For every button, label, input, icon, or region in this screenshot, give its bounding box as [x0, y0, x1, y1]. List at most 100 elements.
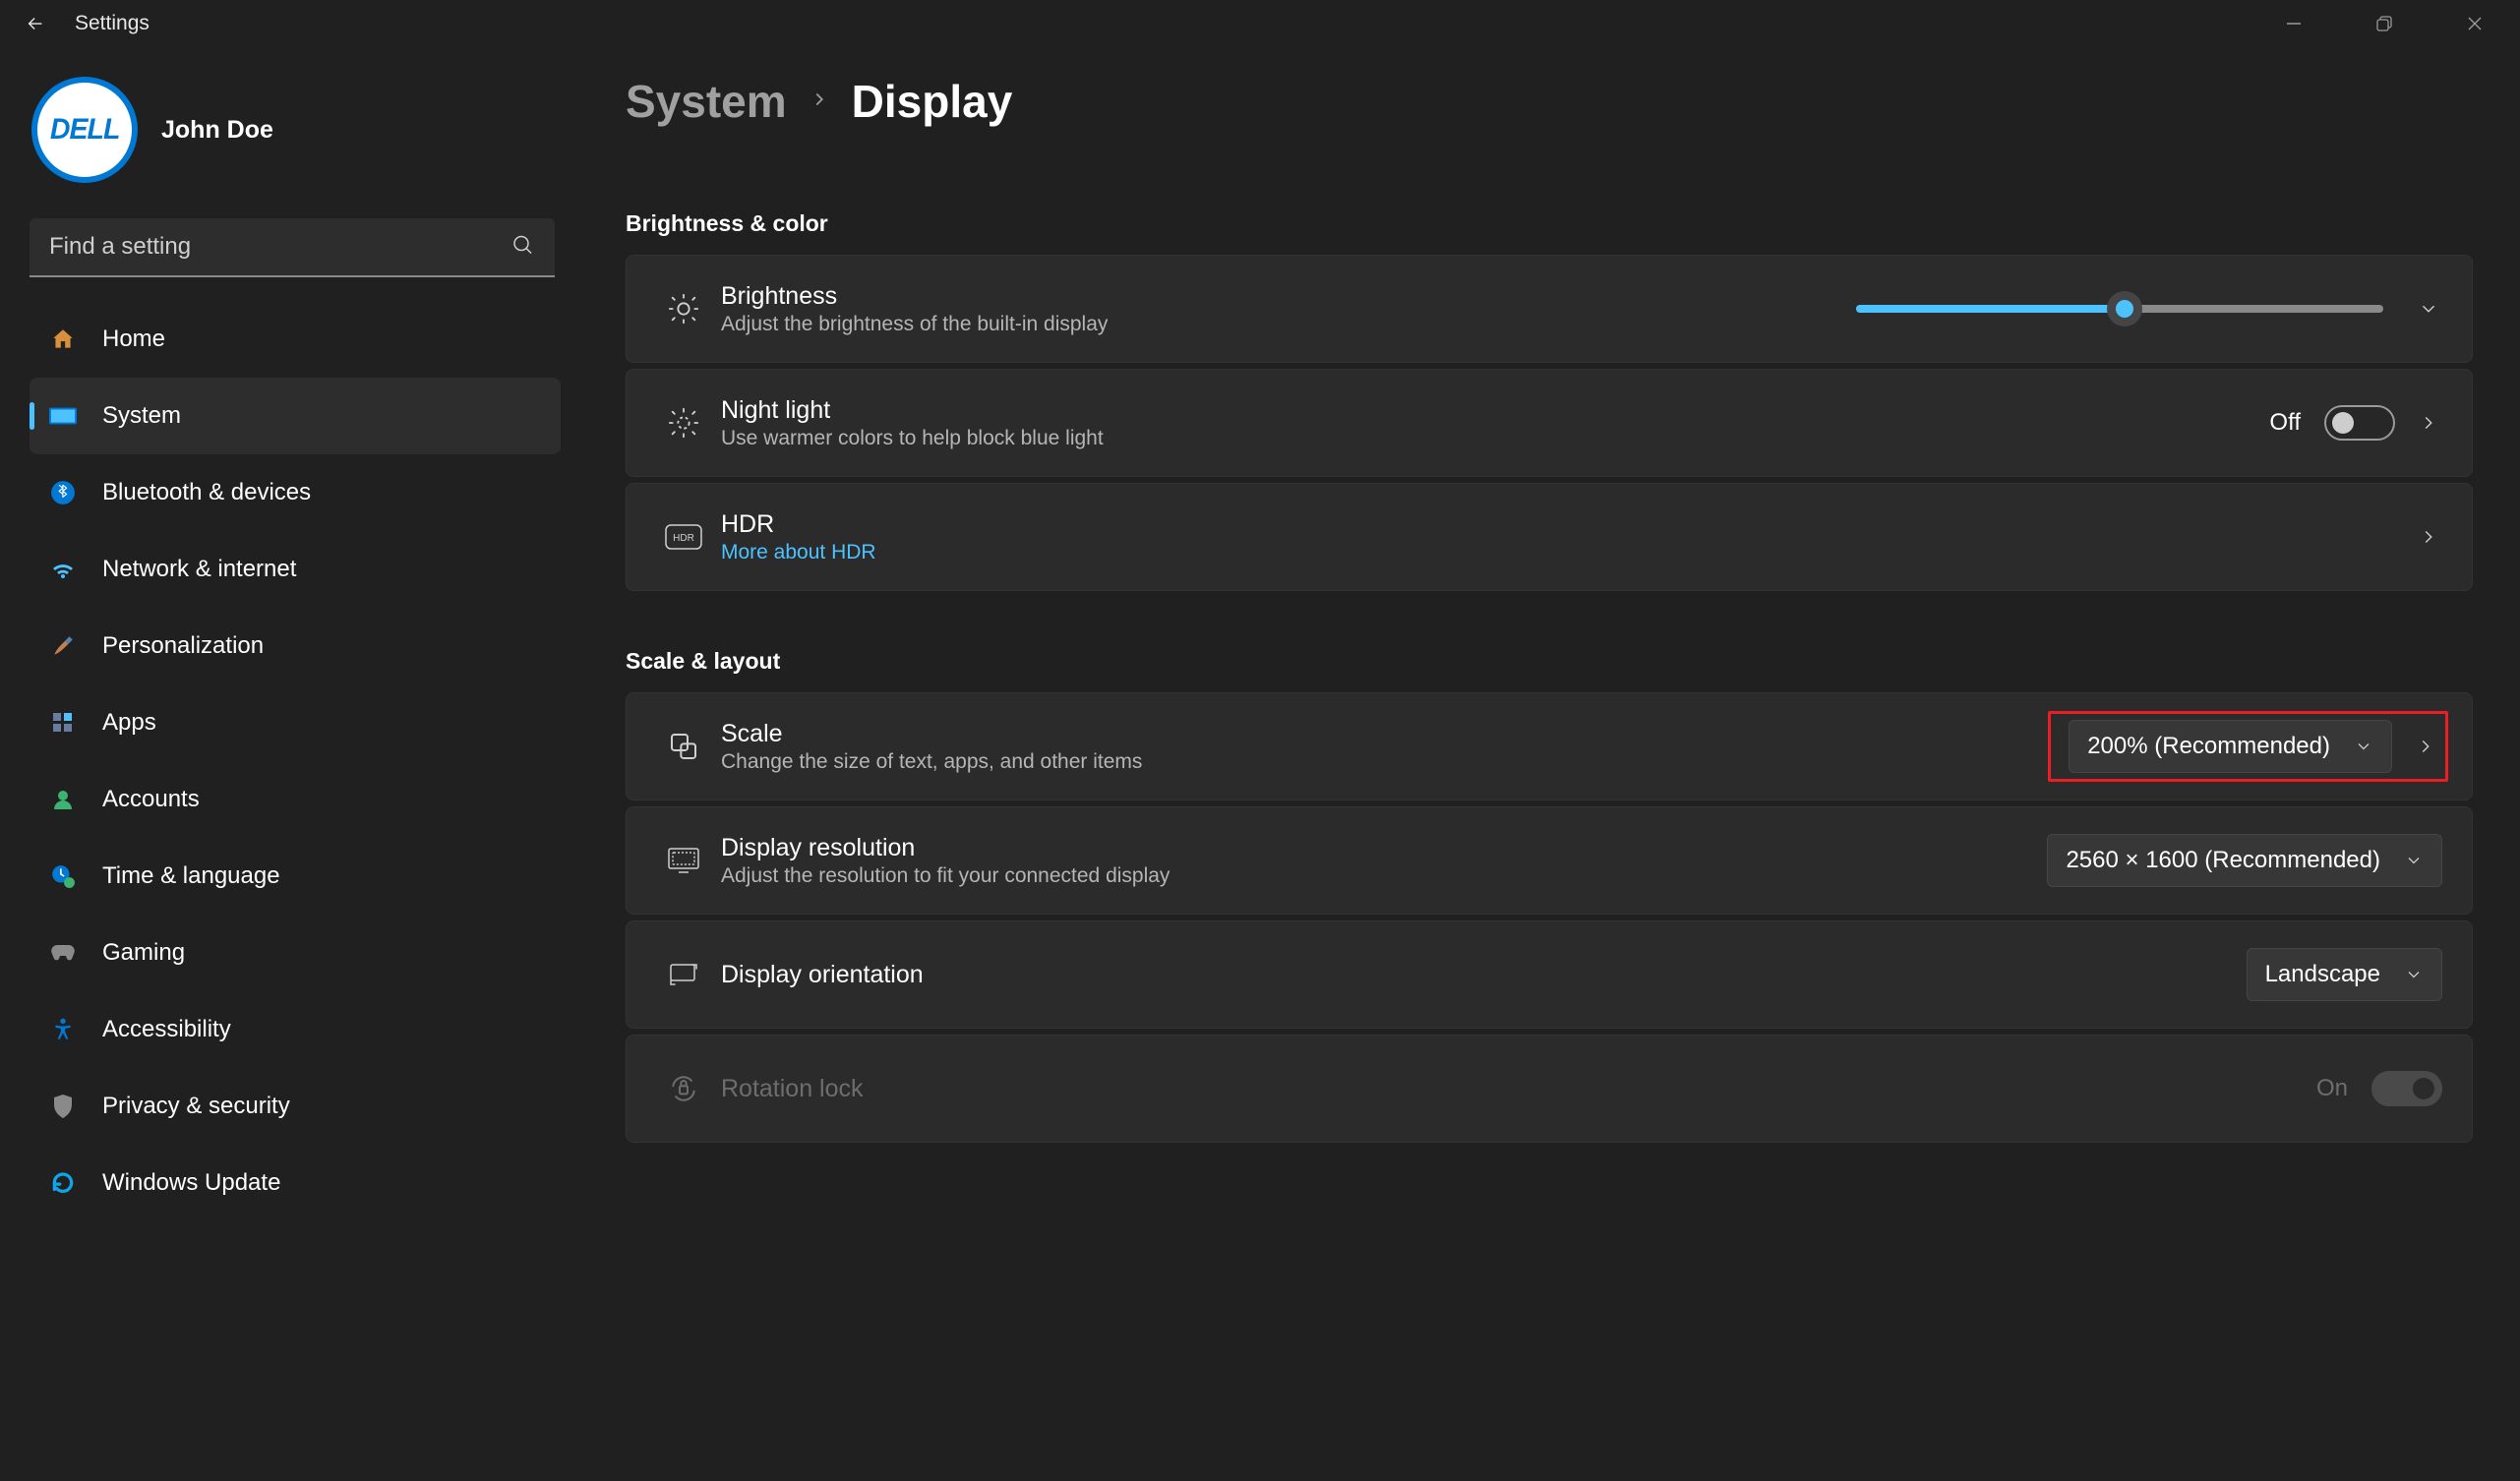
sidebar-item-network[interactable]: Network & internet [30, 531, 561, 608]
bluetooth-icon [49, 479, 77, 506]
breadcrumb-current: Display [852, 75, 1013, 128]
home-icon [49, 326, 77, 353]
panel-title: Night light [721, 396, 2269, 425]
scale-highlight: 200% (Recommended) [2048, 711, 2448, 782]
restore-icon [2376, 16, 2392, 31]
avatar: DELL [31, 77, 138, 183]
window-controls [2249, 0, 2520, 47]
dropdown-value: Landscape [2265, 961, 2380, 988]
paintbrush-icon [49, 632, 77, 660]
panel-night-light[interactable]: Night light Use warmer colors to help bl… [626, 369, 2473, 477]
close-icon [2466, 15, 2484, 32]
apps-icon [49, 709, 77, 737]
panel-hdr[interactable]: HDR HDR More about HDR [626, 483, 2473, 591]
panel-title: Rotation lock [721, 1075, 2316, 1103]
sidebar-item-label: Windows Update [102, 1169, 280, 1197]
sidebar-item-label: Gaming [102, 939, 185, 967]
panel-subtitle: Adjust the brightness of the built-in di… [721, 313, 1856, 336]
search-input[interactable] [30, 218, 555, 277]
night-light-icon [656, 406, 711, 440]
close-button[interactable] [2430, 0, 2520, 47]
clock-globe-icon [49, 862, 77, 890]
hdr-more-link[interactable]: More about HDR [721, 541, 2415, 564]
chevron-down-icon [2354, 737, 2373, 756]
search-icon [511, 234, 535, 263]
scale-icon [656, 731, 711, 762]
chevron-right-icon[interactable] [2415, 523, 2442, 551]
nav: Home System Bluetooth & devices Network … [30, 301, 561, 1221]
panel-subtitle: Change the size of text, apps, and other… [721, 750, 2066, 774]
rotation-lock-toggle [2371, 1071, 2442, 1106]
profile-name: John Doe [161, 116, 273, 145]
sidebar-item-label: Accounts [102, 786, 200, 813]
svg-text:HDR: HDR [673, 533, 694, 544]
chevron-down-icon[interactable] [2415, 295, 2442, 323]
orientation-dropdown[interactable]: Landscape [2247, 948, 2442, 1001]
sidebar: DELL John Doe Home System [0, 47, 570, 1481]
night-light-toggle[interactable] [2324, 405, 2395, 441]
orientation-icon [656, 961, 711, 988]
arrow-left-icon [25, 13, 46, 34]
sidebar-item-system[interactable]: System [30, 378, 561, 454]
sidebar-item-bluetooth[interactable]: Bluetooth & devices [30, 454, 561, 531]
dropdown-value: 200% (Recommended) [2087, 733, 2330, 760]
scale-dropdown[interactable]: 200% (Recommended) [2069, 720, 2392, 773]
panel-scale[interactable]: Scale Change the size of text, apps, and… [626, 692, 2473, 800]
breadcrumb: System Display [626, 75, 2473, 128]
chevron-right-icon [809, 89, 830, 115]
resolution-dropdown[interactable]: 2560 × 1600 (Recommended) [2047, 834, 2442, 887]
panel-resolution[interactable]: Display resolution Adjust the resolution… [626, 806, 2473, 915]
panel-brightness[interactable]: Brightness Adjust the brightness of the … [626, 255, 2473, 363]
sidebar-item-personalization[interactable]: Personalization [30, 608, 561, 684]
sidebar-item-windows-update[interactable]: Windows Update [30, 1145, 561, 1221]
profile[interactable]: DELL John Doe [30, 67, 561, 210]
resolution-icon [656, 847, 711, 874]
sidebar-item-label: Bluetooth & devices [102, 479, 311, 506]
sidebar-item-accessibility[interactable]: Accessibility [30, 991, 561, 1068]
brightness-icon [656, 292, 711, 326]
toggle-state-label: On [2316, 1075, 2348, 1102]
sidebar-item-label: Personalization [102, 632, 264, 660]
chevron-right-icon[interactable] [2412, 733, 2439, 760]
sidebar-item-label: Accessibility [102, 1016, 231, 1043]
sidebar-item-apps[interactable]: Apps [30, 684, 561, 761]
panel-orientation[interactable]: Display orientation Landscape [626, 920, 2473, 1029]
chevron-down-icon [2404, 851, 2424, 870]
sidebar-item-label: Apps [102, 709, 156, 737]
chevron-down-icon [2404, 965, 2424, 984]
panel-title: HDR [721, 510, 2415, 539]
sidebar-item-label: Privacy & security [102, 1093, 290, 1120]
panel-title: Display orientation [721, 961, 2247, 989]
toggle-state-label: Off [2269, 409, 2301, 437]
update-icon [49, 1169, 77, 1197]
maximize-button[interactable] [2339, 0, 2430, 47]
sidebar-item-accounts[interactable]: Accounts [30, 761, 561, 838]
shield-icon [49, 1093, 77, 1120]
panel-title: Display resolution [721, 834, 2047, 862]
dropdown-value: 2560 × 1600 (Recommended) [2066, 847, 2380, 874]
back-button[interactable] [16, 4, 55, 43]
sidebar-item-label: Home [102, 326, 165, 353]
sidebar-item-label: Time & language [102, 862, 280, 890]
accessibility-icon [49, 1016, 77, 1043]
rotation-lock-icon [656, 1073, 711, 1104]
sidebar-item-privacy[interactable]: Privacy & security [30, 1068, 561, 1145]
sidebar-item-gaming[interactable]: Gaming [30, 915, 561, 991]
avatar-brand: DELL [50, 113, 120, 147]
hdr-icon: HDR [656, 524, 711, 550]
brightness-slider[interactable] [1856, 305, 2383, 313]
sidebar-item-label: System [102, 402, 181, 430]
search [30, 218, 555, 277]
main-content: System Display Brightness & color Bright… [570, 47, 2520, 1481]
breadcrumb-parent[interactable]: System [626, 75, 787, 128]
panel-subtitle: Adjust the resolution to fit your connec… [721, 864, 2047, 888]
sidebar-item-home[interactable]: Home [30, 301, 561, 378]
panel-rotation-lock: Rotation lock On [626, 1035, 2473, 1143]
minimize-button[interactable] [2249, 0, 2339, 47]
minimize-icon [2285, 15, 2303, 32]
panel-title: Scale [721, 720, 2066, 748]
section-title-scale: Scale & layout [626, 648, 2473, 675]
sidebar-item-time-language[interactable]: Time & language [30, 838, 561, 915]
chevron-right-icon[interactable] [2415, 409, 2442, 437]
system-icon [49, 402, 77, 430]
